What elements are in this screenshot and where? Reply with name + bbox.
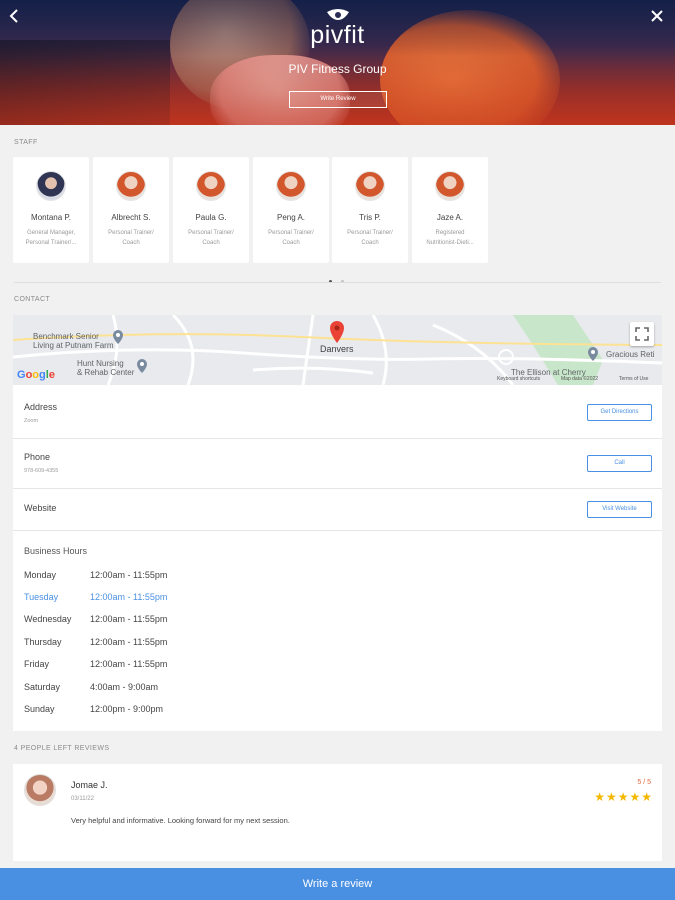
location-map[interactable]: Benchmark Senior Living at Putnam Farm H… bbox=[13, 315, 662, 385]
staff-role: Registered bbox=[435, 230, 465, 236]
pivfit-logo: pivfit bbox=[0, 8, 675, 48]
review-text: Very helpful and informative. Looking fo… bbox=[71, 816, 290, 825]
business-hours-title: Business Hours bbox=[24, 546, 88, 556]
staff-role: Coach bbox=[202, 240, 220, 246]
staff-name: Jaze A. bbox=[436, 213, 464, 222]
phone-row: Phone 978-609-4355 Call bbox=[13, 439, 662, 489]
staff-name: Peng A. bbox=[276, 213, 306, 222]
website-row: Website Visit Website bbox=[13, 489, 662, 531]
reviewer-name: Jomae J. bbox=[71, 780, 108, 790]
website-label: Website bbox=[24, 503, 57, 513]
staff-card[interactable]: Albrecht S. Personal Trainer/ Coach bbox=[93, 157, 169, 263]
map-place-label: Hunt Nursing bbox=[77, 359, 124, 368]
staff-section-label: STAFF bbox=[14, 139, 38, 146]
contact-section-label: CONTACT bbox=[14, 296, 51, 303]
hours-time: 12:00am - 11:55pm bbox=[90, 659, 168, 669]
map-keyboard-shortcuts-link[interactable]: Keyboard shortcuts bbox=[497, 376, 540, 382]
hours-day: Tuesday bbox=[24, 592, 59, 602]
map-place-label: Living at Putnam Farm bbox=[33, 341, 114, 350]
get-directions-button[interactable]: Get Directions bbox=[587, 404, 652, 421]
staff-carousel[interactable]: Montana P. General Manager, Personal Tra… bbox=[13, 157, 663, 263]
map-data-attribution: Map data ©2022 bbox=[561, 376, 599, 382]
hours-day: Wednesday bbox=[24, 614, 72, 624]
review-date: 03/11/22 bbox=[71, 796, 94, 802]
avatar bbox=[435, 171, 465, 201]
hours-day: Friday bbox=[24, 659, 50, 669]
call-button[interactable]: Call bbox=[587, 455, 652, 472]
staff-role: Personal Trainer/ bbox=[268, 230, 314, 236]
staff-card[interactable]: Jaze A. Registered Nutritionist-Dieti... bbox=[412, 157, 488, 263]
staff-role: Coach bbox=[122, 240, 140, 246]
hours-day: Saturday bbox=[24, 682, 61, 692]
address-label: Address bbox=[24, 402, 58, 412]
avatar bbox=[24, 774, 56, 806]
phone-value: 978-609-4355 bbox=[24, 468, 59, 474]
map-poi-icon bbox=[113, 330, 123, 344]
carousel-pager bbox=[329, 270, 353, 288]
hours-time: 12:00pm - 9:00pm bbox=[90, 704, 164, 714]
hours-day: Sunday bbox=[24, 704, 55, 714]
google-logo: Google bbox=[17, 369, 55, 381]
map-town-label: Danvers bbox=[320, 344, 354, 354]
staff-role: Coach bbox=[361, 240, 379, 246]
map-poi-icon bbox=[137, 359, 147, 373]
hours-time: 12:00am - 11:55pm bbox=[90, 614, 168, 624]
map-place-label: Gracious Reti bbox=[606, 350, 655, 359]
staff-role: Personal Trainer/... bbox=[25, 240, 77, 246]
staff-card[interactable]: Tris P. Personal Trainer/ Coach bbox=[332, 157, 408, 263]
staff-name: Tris P. bbox=[359, 213, 381, 222]
staff-card[interactable]: Paula G. Personal Trainer/ Coach bbox=[173, 157, 249, 263]
fullscreen-icon bbox=[635, 327, 649, 341]
map-poi-icon bbox=[588, 347, 598, 361]
gym-name: PIV Fitness Group bbox=[288, 62, 387, 76]
avatar bbox=[196, 171, 226, 201]
location-pin-icon[interactable] bbox=[330, 321, 344, 343]
write-a-review-button[interactable]: Write a review bbox=[0, 868, 675, 900]
map-place-label: Benchmark Senior bbox=[33, 332, 99, 341]
map-fullscreen-button[interactable] bbox=[630, 322, 654, 346]
map-place-label: & Rehab Center bbox=[77, 368, 135, 377]
staff-role: Nutritionist-Dieti... bbox=[426, 240, 474, 246]
staff-role: General Manager, bbox=[26, 230, 76, 236]
staff-role: Personal Trainer/ bbox=[188, 230, 234, 236]
staff-role: Personal Trainer/ bbox=[108, 230, 154, 236]
pivfit-logo-mark-icon bbox=[326, 9, 349, 20]
hero-banner: pivfit PIV Fitness Group Write Review bbox=[0, 0, 675, 125]
review-card: Jomae J. 03/11/22 5 / 5 ★★★★★ Very helpf… bbox=[13, 764, 662, 861]
visit-website-button[interactable]: Visit Website bbox=[587, 501, 652, 518]
avatar bbox=[276, 171, 306, 201]
staff-role: Personal Trainer/ bbox=[347, 230, 393, 236]
review-score: 5 / 5 bbox=[637, 779, 651, 786]
hours-time: 4:00am - 9:00am bbox=[90, 682, 159, 692]
address-row: Address Zoom Get Directions bbox=[13, 385, 662, 439]
star-rating-icon: ★★★★★ bbox=[594, 790, 653, 804]
logo-wordmark: pivfit bbox=[310, 21, 365, 49]
address-value: Zoom bbox=[24, 418, 39, 424]
phone-label: Phone bbox=[24, 452, 51, 462]
contact-card: Address Zoom Get Directions Phone 978-60… bbox=[13, 385, 662, 731]
staff-card[interactable]: Peng A. Personal Trainer/ Coach bbox=[253, 157, 329, 263]
hours-day: Thursday bbox=[24, 637, 62, 647]
write-review-button[interactable]: Write Review bbox=[289, 91, 387, 108]
staff-card[interactable]: Montana P. General Manager, Personal Tra… bbox=[13, 157, 89, 263]
map-terms-link[interactable]: Terms of Use bbox=[619, 376, 648, 382]
avatar bbox=[36, 171, 66, 201]
reviews-section-label: 4 PEOPLE LEFT REVIEWS bbox=[14, 745, 110, 752]
hours-time: 12:00am - 11:55pm bbox=[90, 592, 168, 602]
staff-name: Montana P. bbox=[31, 213, 71, 222]
avatar bbox=[355, 171, 385, 201]
staff-name: Paula G. bbox=[195, 213, 227, 222]
hours-time: 12:00am - 11:55pm bbox=[90, 570, 168, 580]
avatar bbox=[116, 171, 146, 201]
staff-role: Coach bbox=[282, 240, 300, 246]
hours-day: Monday bbox=[24, 570, 57, 580]
divider bbox=[14, 282, 661, 283]
hours-time: 12:00am - 11:55pm bbox=[90, 637, 168, 647]
staff-name: Albrecht S. bbox=[111, 213, 151, 222]
